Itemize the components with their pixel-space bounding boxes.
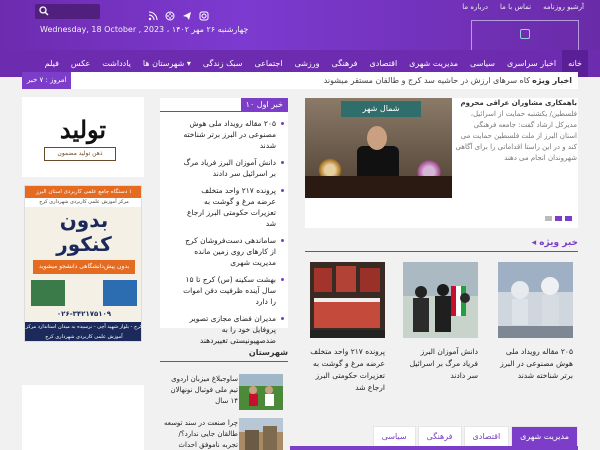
slider-dot[interactable] (545, 216, 552, 221)
top10-item-text: پرونده ۲۱۷ واحد متخلف عرضه مرغ و گوشت به… (186, 186, 276, 228)
top10-divider (160, 111, 288, 112)
top-links: درباره ما تماس با ما آرشیو روزنامه (462, 1, 584, 15)
top10-item[interactable]: ۲۰۵ مقاله رویداد ملی هوش مصنوعی در البرز… (180, 118, 284, 151)
special-card[interactable]: ۲۰۵ مقاله رویداد ملی هوش مصنوعی در البرز… (498, 262, 573, 407)
top10-item-text: بهشت سکینه (س) کرج تا ۱۵ سال آینده ظرفیت… (183, 275, 276, 306)
top10-item-text: دانش آموزان البرز فریاد مرگ بر اسرائیل س… (183, 158, 277, 178)
aparat-icon[interactable] (165, 6, 175, 21)
link-contact[interactable]: تماس با ما (500, 1, 531, 15)
slider-dot[interactable] (565, 216, 572, 221)
slider-image[interactable]: شمال شهر (305, 98, 452, 198)
top10-item-text: ساماندهی دست‌فروشان کرج از کارهای روی زم… (185, 236, 276, 267)
special-news-divider (305, 251, 578, 252)
city-news-text: چرا صنعت در سند توسعه طالقان جایی ندارد؟… (163, 419, 238, 449)
top10-box: ۱۰ خبر اول ۲۰۵ مقاله رویداد ملی هوش مصنو… (160, 98, 288, 345)
city-news-divider (160, 361, 288, 362)
top10-item-text: ۲۰۵ مقاله رویداد ملی هوش مصنوعی در البرز… (183, 119, 276, 150)
special-card-caption: ۲۰۵ مقاله رویداد ملی هوش مصنوعی در البرز… (500, 347, 573, 380)
ad-phone: ۰۲۶-۳۴۲۱۷۵۱۰۹ (56, 310, 112, 318)
special-news-label: ◂ خبر ویژه (531, 238, 578, 248)
ticker-text[interactable]: کاه سرهای ارزش در حاشیه سد کرج و طالقان … (324, 72, 530, 89)
bullet-icon (281, 317, 284, 320)
ad-headline-2: کنکور (56, 232, 112, 256)
special-card-caption: دانش آموزان البرز فریاد مرگ بر اسرائیل س… (409, 347, 478, 380)
featured-slider: شمال شهر باهمکاری مشاوران عراقی محروم فل… (305, 98, 578, 228)
bullet-icon (281, 278, 284, 281)
top10-list: ۲۰۵ مقاله رویداد ملی هوش مصنوعی در البرز… (180, 118, 284, 352)
blank-ad-slot (22, 385, 144, 450)
link-archive[interactable]: آرشیو روزنامه (543, 1, 584, 15)
city-news-header: شهرستان (160, 348, 288, 364)
breaking-news-ticker: اخبار ویژه کاه سرهای ارزش در حاشیه سد کر… (22, 72, 578, 89)
social-icons (148, 6, 209, 21)
bullet-icon (281, 122, 284, 125)
special-card[interactable]: دانش آموزان البرز فریاد مرگ بر اسرائیل س… (403, 262, 478, 407)
slider-dot[interactable] (555, 216, 562, 221)
telegram-icon[interactable] (182, 6, 192, 20)
ad-subline: بدون پیش‌دانشگاهی دانشجو میشوید (33, 260, 135, 274)
top10-header: ۱۰ خبر اول (240, 98, 288, 112)
city-news-title: شهرستان (248, 348, 288, 357)
instagram-icon[interactable] (199, 6, 209, 21)
bullet-icon (281, 189, 284, 192)
ad-headline-1: بدون (59, 208, 109, 232)
tolid-logo-badge: ذهن تولید مضمون (44, 147, 116, 161)
city-news-item[interactable]: ساوجبلاغ میزبان اردوی تیم ملی فوتبال نون… (160, 374, 288, 416)
ad-column: تولید ذهن تولید مضمون ۱ دستگاه جامع علمی… (22, 97, 144, 347)
meat-shop-image (310, 262, 385, 338)
konkur-ad-banner[interactable]: ۱ دستگاه جامع علمی کاربردی استان البرز م… (24, 185, 142, 342)
ad-box-green (31, 280, 65, 306)
ad-strip2: مرکز آموزش علمی کاربردی شهرداری کرج (25, 198, 141, 207)
bullet-icon (281, 239, 284, 242)
special-news-cards: ۲۰۵ مقاله رویداد ملی هوش مصنوعی در البرز… (305, 262, 578, 407)
search-box[interactable] (35, 4, 100, 19)
tolid-logo-ad[interactable]: تولید ذهن تولید مضمون (22, 97, 144, 177)
ad-strip: ۱ دستگاه جامع علمی کاربردی استان البرز (25, 186, 141, 198)
slider-caption-body: فلسطین/ یکشنبه حمایت از اسرائیل، مدیرکل … (455, 110, 577, 162)
ad-box-blue (103, 280, 137, 306)
top10-item[interactable]: پرونده ۲۱۷ واحد متخلف عرضه مرغ و گوشت به… (180, 185, 284, 229)
city-news-text: ساوجبلاغ میزبان اردوی تیم ملی فوتبال نون… (170, 375, 238, 405)
slider-caption-title: باهمکاری مشاوران عراقی محروم (460, 99, 577, 107)
special-news-title: خبر ویژه (539, 238, 578, 248)
ad-footer: کرج - بلوار شهید آچی - نرسیده به میدان ا… (25, 322, 142, 341)
ticker-label: اخبار ویژه (532, 76, 572, 85)
desk (305, 176, 452, 198)
rss-icon[interactable] (148, 6, 158, 21)
top10-item-text: مدیران فضای مجازی تصویر پروفایل خود را ب… (189, 314, 277, 345)
top10-item[interactable]: بهشت سکینه (س) کرج تا ۱۵ سال آینده ظرفیت… (180, 274, 284, 307)
search-icon[interactable] (39, 6, 49, 16)
bullet-icon (281, 161, 284, 164)
tolid-logo-text: تولید (59, 115, 107, 144)
football-image (239, 374, 283, 410)
special-news-header: ◂ خبر ویژه (305, 235, 578, 253)
top10-item[interactable]: ساماندهی دست‌فروشان کرج از کارهای روی زم… (180, 235, 284, 268)
students-image (403, 262, 478, 338)
special-card[interactable]: پرونده ۲۱۷ واحد متخلف عرضه مرغ و گوشت به… (310, 262, 385, 407)
broken-image-icon (520, 29, 530, 39)
top10-item[interactable]: دانش آموزان البرز فریاد مرگ بر اسرائیل س… (180, 157, 284, 179)
slider-dots (545, 216, 572, 221)
tabs-underline (290, 446, 578, 450)
link-about[interactable]: درباره ما (462, 1, 488, 15)
today-count-badge: امروز : ۷ خبر (22, 72, 72, 89)
city-news-item[interactable]: چرا صنعت در سند توسعه طالقان جایی ندارد؟… (160, 418, 288, 450)
top10-item[interactable]: مدیران فضای مجازی تصویر پروفایل خود را ب… (180, 313, 284, 346)
date-line: چهارشنبه ۲۶ مهر ۱۴۰۲ ، Wednesday, 18 Oct… (40, 25, 249, 34)
slider-caption[interactable]: باهمکاری مشاوران عراقی محروم فلسطین/ یکش… (455, 98, 577, 178)
robot-image (498, 262, 573, 338)
special-card-caption: پرونده ۲۱۷ واحد متخلف عرضه مرغ و گوشت به… (310, 347, 385, 392)
site-logo-placeholder[interactable] (471, 20, 579, 52)
construction-image (239, 418, 283, 450)
speaker-head (367, 126, 387, 150)
slider-image-sign: شمال شهر (341, 101, 421, 117)
